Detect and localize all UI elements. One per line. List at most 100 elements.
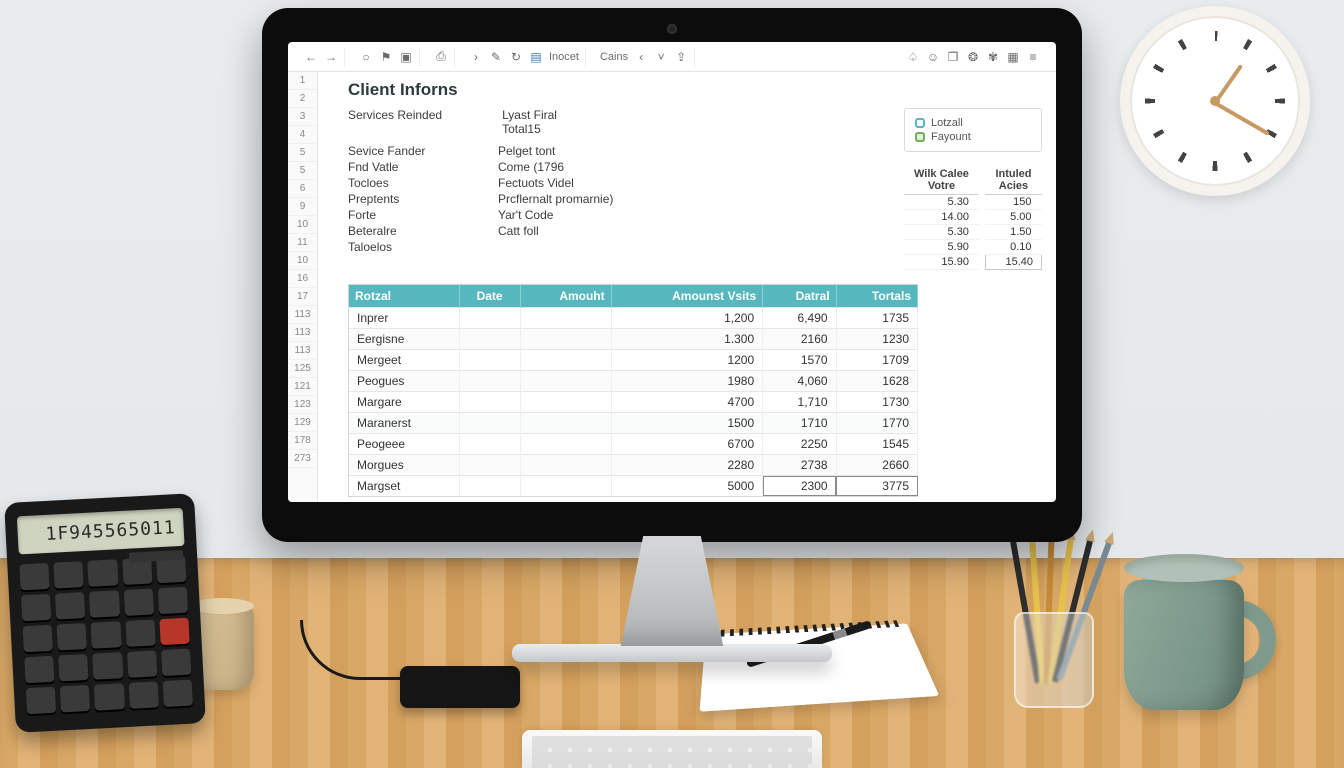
cell[interactable]: 1628: [836, 371, 917, 392]
table-row[interactable]: Inprer1,2006,4901735: [349, 308, 918, 329]
cell[interactable]: 4,060: [763, 371, 836, 392]
cell[interactable]: Mergeet: [349, 350, 459, 371]
cell[interactable]: [459, 434, 520, 455]
cell[interactable]: [520, 392, 611, 413]
cell[interactable]: [459, 308, 520, 329]
menu-icon[interactable]: ≡: [1026, 50, 1040, 64]
cell[interactable]: 1230: [836, 329, 917, 350]
cell[interactable]: 2660: [836, 455, 917, 476]
row-number[interactable]: 113: [288, 342, 317, 360]
cell[interactable]: [459, 392, 520, 413]
row-number[interactable]: 113: [288, 324, 317, 342]
cell[interactable]: [459, 350, 520, 371]
gear-icon[interactable]: ✾: [986, 50, 1000, 64]
col-header[interactable]: Datral: [763, 285, 836, 308]
cell[interactable]: 1545: [836, 434, 917, 455]
row-number[interactable]: 11: [288, 234, 317, 252]
col-header[interactable]: Amouht: [520, 285, 611, 308]
row-number[interactable]: 3: [288, 108, 317, 126]
row-number[interactable]: 123: [288, 396, 317, 414]
row-number[interactable]: 10: [288, 252, 317, 270]
row-number[interactable]: 121: [288, 378, 317, 396]
cell[interactable]: Margare: [349, 392, 459, 413]
cell[interactable]: [520, 455, 611, 476]
cell[interactable]: [520, 413, 611, 434]
toolbar-tab-1[interactable]: Inocet: [549, 51, 579, 63]
cell[interactable]: 1980: [611, 371, 763, 392]
cell[interactable]: 2250: [763, 434, 836, 455]
back-icon[interactable]: ←: [304, 50, 318, 64]
row-number[interactable]: 2: [288, 90, 317, 108]
cell[interactable]: 1570: [763, 350, 836, 371]
cell[interactable]: [520, 476, 611, 497]
chevron-right-icon[interactable]: ›: [469, 50, 483, 64]
cell[interactable]: [459, 329, 520, 350]
cell[interactable]: [520, 329, 611, 350]
refresh-icon[interactable]: ↻: [509, 50, 523, 64]
cell[interactable]: Eergisne: [349, 329, 459, 350]
table-row[interactable]: Margset 500023003775: [349, 476, 918, 497]
data-table[interactable]: Rotzal Date Amouht Amounst Vsits Datral …: [348, 284, 918, 497]
cell[interactable]: 1.300: [611, 329, 763, 350]
search-icon[interactable]: ○: [359, 50, 373, 64]
row-number[interactable]: 1: [288, 72, 317, 90]
cell[interactable]: [459, 413, 520, 434]
cell[interactable]: 5000: [611, 476, 763, 497]
grid-icon[interactable]: ▦: [1006, 50, 1020, 64]
cell[interactable]: 1770: [836, 413, 917, 434]
export-icon[interactable]: ⇪: [674, 50, 688, 64]
cell[interactable]: 1500: [611, 413, 763, 434]
user-icon[interactable]: ☺: [926, 50, 940, 64]
cell[interactable]: [459, 455, 520, 476]
table-row[interactable]: Peogues 19804,0601628: [349, 371, 918, 392]
table-row[interactable]: Morgues 228027382660: [349, 455, 918, 476]
row-number[interactable]: 17: [288, 288, 317, 306]
cell[interactable]: [520, 350, 611, 371]
print-icon[interactable]: ⎙: [434, 50, 448, 64]
col-header[interactable]: Rotzal: [349, 285, 459, 308]
table-row[interactable]: Maranerst150017101770: [349, 413, 918, 434]
row-number[interactable]: 125: [288, 360, 317, 378]
flag-icon[interactable]: ⚑: [379, 50, 393, 64]
row-number[interactable]: 4: [288, 126, 317, 144]
row-number[interactable]: 5: [288, 144, 317, 162]
cell[interactable]: Peogues: [349, 371, 459, 392]
toolbar-tab-2[interactable]: Cains: [600, 51, 628, 63]
box-icon[interactable]: ❐: [946, 50, 960, 64]
cell[interactable]: 1,200: [611, 308, 763, 329]
cell[interactable]: 6700: [611, 434, 763, 455]
cell[interactable]: 1709: [836, 350, 917, 371]
cell[interactable]: 1,710: [763, 392, 836, 413]
row-number[interactable]: 178: [288, 432, 317, 450]
cell[interactable]: 1735: [836, 308, 917, 329]
cell[interactable]: 4700: [611, 392, 763, 413]
chevron-left-icon[interactable]: ‹: [634, 50, 648, 64]
cell[interactable]: [520, 434, 611, 455]
cell[interactable]: [459, 371, 520, 392]
forward-icon[interactable]: →: [324, 50, 338, 64]
chevron-down-icon[interactable]: ˅: [654, 50, 668, 64]
layout-icon[interactable]: ▣: [399, 50, 413, 64]
cell[interactable]: [520, 308, 611, 329]
cell[interactable]: Peogeee: [349, 434, 459, 455]
cell[interactable]: [520, 371, 611, 392]
row-number[interactable]: 273: [288, 450, 317, 468]
row-number[interactable]: 10: [288, 216, 317, 234]
row-number[interactable]: 113: [288, 306, 317, 324]
share-icon[interactable]: ❂: [966, 50, 980, 64]
col-header[interactable]: Tortals: [836, 285, 917, 308]
table-row[interactable]: Margare47001,7101730: [349, 392, 918, 413]
cell[interactable]: [459, 476, 520, 497]
cell[interactable]: Margset: [349, 476, 459, 497]
cell[interactable]: 2280: [611, 455, 763, 476]
cell[interactable]: 3775: [836, 476, 917, 497]
row-number[interactable]: 5: [288, 162, 317, 180]
row-number[interactable]: 16: [288, 270, 317, 288]
cell[interactable]: 2738: [763, 455, 836, 476]
row-number[interactable]: 9: [288, 198, 317, 216]
cell[interactable]: 2300: [763, 476, 836, 497]
cell[interactable]: Morgues: [349, 455, 459, 476]
cell[interactable]: 2160: [763, 329, 836, 350]
cell[interactable]: 1200: [611, 350, 763, 371]
col-header[interactable]: Amounst Vsits: [611, 285, 763, 308]
